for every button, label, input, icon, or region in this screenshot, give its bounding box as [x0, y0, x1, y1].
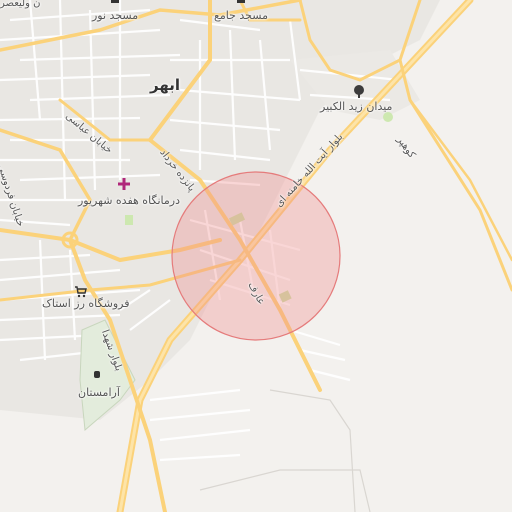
road-kohpar-line [398, 0, 512, 292]
park4 [383, 112, 393, 122]
highlight-circle [171, 171, 341, 341]
mosque-noor-icon[interactable] [110, 0, 122, 6]
clinic-cross-icon[interactable] [118, 178, 132, 192]
city-label: ابهر [150, 76, 181, 94]
tracks [199, 389, 371, 512]
mosque-noor-label: مسجد نور [92, 9, 139, 22]
cemetery-icon[interactable] [92, 369, 104, 381]
store-label: فروشگاه رز استاک [42, 297, 130, 310]
tree-icon[interactable] [352, 85, 368, 101]
clinic-label: درمانگاه هفده شهریور [78, 194, 181, 207]
map-canvas[interactable]: ابهر ن ولیعصر مسجد نور مسجد جامع میدان ز… [0, 0, 512, 512]
place-top-left-partial: ن ولیعصر [0, 0, 41, 9]
mosque-jame-icon[interactable] [236, 0, 248, 6]
cemetery-label: آرامستان [78, 386, 120, 399]
mosque-jame-label: مسجد جامع [214, 9, 268, 22]
map-base [0, 0, 512, 512]
park3 [125, 215, 133, 225]
square-label: میدان زید الکبیر [320, 100, 393, 113]
